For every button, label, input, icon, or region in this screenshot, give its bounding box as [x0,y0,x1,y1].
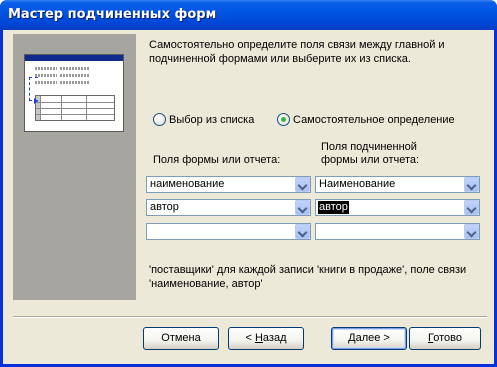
option-define-myself[interactable]: Самостоятельное определение [277,113,455,126]
divider-highlight [13,317,487,318]
sub-field-value-3 [318,225,320,238]
preview-label [35,67,57,70]
chevron-down-icon[interactable] [295,224,310,239]
back-button-prefix: < [245,332,255,344]
chevron-down-icon[interactable] [464,224,479,239]
preview-label [35,74,57,77]
main-field-combo-3[interactable] [146,223,311,240]
back-button-hotkey: Н [254,332,263,344]
grid-line [86,96,87,120]
grid-line [36,108,114,109]
link-arrow-icon [34,98,38,104]
main-fields-header: Поля формы или отчета: [153,154,281,166]
next-button[interactable]: Далее > [331,327,407,350]
back-button[interactable]: < Назад [228,327,304,350]
cancel-button-label: Отмена [161,332,201,344]
main-field-value-3 [149,225,151,238]
finish-button-rest: отово [433,332,462,344]
wizard-illustration [13,34,136,300]
option-label-choose-from-list: Выбор из списка [169,113,255,126]
preview-field [60,74,90,77]
form-preview-image [24,54,124,132]
wizard-dialog: Мастер подчиненных форм Самостоятельно о… [0,0,497,367]
sub-field-combo-3[interactable] [315,223,480,240]
window-title: Мастер подчиненных форм [8,7,217,22]
option-label-define-myself: Самостоятельное определение [293,113,455,126]
option-choose-from-list[interactable]: Выбор из списка [153,113,254,126]
chevron-down-icon[interactable] [295,200,310,215]
main-field-combo-1[interactable]: наименование [146,176,311,193]
main-field-combo-2[interactable]: автор [146,199,311,216]
sub-field-value-1: Наименование [319,178,396,190]
sub-field-combo-1[interactable]: Наименование [315,176,480,193]
main-field-value-2: автор [150,201,179,213]
link-summary-text: 'поставщики' для каждой записи 'книги в … [149,264,467,290]
grid-line [61,96,62,120]
sub-fields-header-line2: формы или отчета: [321,154,420,166]
preview-label [35,81,57,84]
preview-field [60,81,90,84]
wizard-description: Самостоятельно определите поля связи меж… [149,39,445,65]
back-button-rest: азад [262,332,287,344]
preview-field [60,67,90,70]
chevron-down-icon[interactable] [295,177,310,192]
finish-button[interactable]: Готово [409,327,481,350]
grid-line [36,114,114,115]
grid-line [36,102,114,103]
sub-fields-header-line1: Поля подчиненной [321,141,417,153]
next-button-hotkey: Д [348,332,356,344]
radio-choose-from-list[interactable] [153,113,166,126]
form-preview-titlebar [25,55,123,61]
chevron-down-icon[interactable] [464,200,479,215]
title-bar[interactable]: Мастер подчиненных форм [0,0,497,30]
cancel-button[interactable]: Отмена [143,327,219,350]
main-field-value-1: наименование [150,178,225,190]
radio-define-myself[interactable] [277,113,290,126]
subform-grid-preview [35,95,115,121]
sub-field-combo-2[interactable]: автор [315,199,480,216]
chevron-down-icon[interactable] [464,177,479,192]
next-button-rest: алее > [355,332,390,344]
sub-field-value-2: автор [318,201,349,214]
